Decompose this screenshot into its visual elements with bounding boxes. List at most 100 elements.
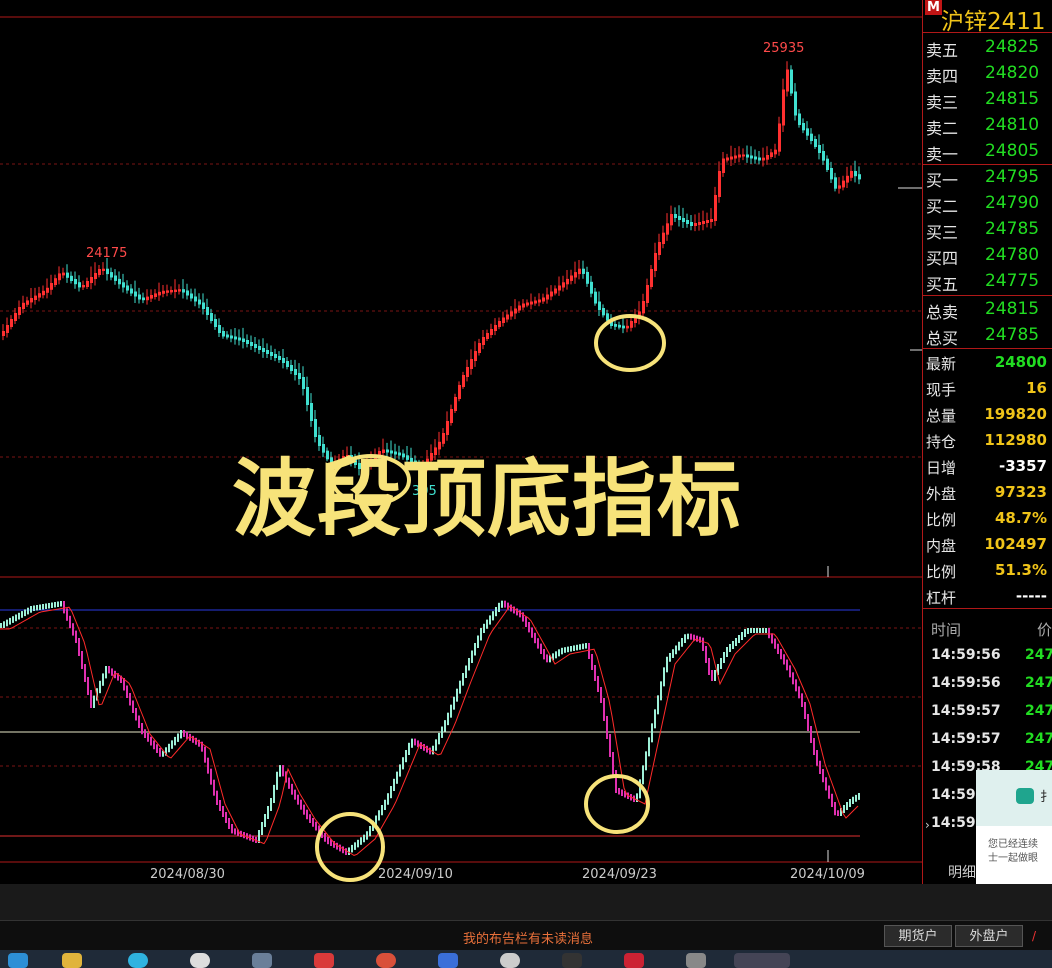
indicator-bar [21,611,23,618]
app-icon[interactable] [624,953,644,968]
bid-level-row[interactable]: 买五 24775 [923,268,1052,294]
stat-label: 总量 [926,407,957,425]
indicator-bar [396,771,398,784]
ask-level-row[interactable]: 卖四 24820 [923,60,1052,86]
chart-area[interactable]: 25935 24175 305 2024/08/30 2024/09/10 20… [0,0,922,884]
indicator-bar [231,824,233,834]
indicator-bar [192,735,194,743]
detail-tab[interactable]: 明细 [948,862,976,882]
bulletin-message[interactable]: 我的布告栏有未读消息 [463,928,593,947]
stat-value: 199820 [984,405,1047,423]
candle-body [738,154,741,158]
candle-body [730,156,733,160]
candle-body [18,307,21,315]
indicator-bar [831,793,833,807]
candle-body [2,331,5,336]
app-icon[interactable] [438,953,458,968]
candle-body [506,314,509,320]
ask-level-row[interactable]: 卖二 24810 [923,112,1052,138]
ask-level-row[interactable]: 卖五 24825 [923,34,1052,60]
indicator-bar [501,600,503,608]
hand-drawn-circle-annotation [315,812,385,882]
candle-body [110,272,113,278]
indicator-bar [657,695,659,715]
tick-row[interactable]: 14:59:56 247 [923,642,1052,670]
bid-level-row[interactable]: 买二 24790 [923,190,1052,216]
taskbar [0,950,1052,968]
candle-body [510,311,513,317]
bid-level-price: 24795 [985,167,1040,187]
stat-label: 持仓 [926,433,957,451]
indicator-bar [57,601,59,607]
candle-body [850,171,853,178]
indicator-bar [843,805,845,813]
candle-body [14,313,17,321]
ask-level-label: 卖二 [926,119,959,138]
indicator-bar [69,615,71,629]
candle-body [70,275,73,281]
app-icon[interactable] [500,953,520,968]
date-label-1: 2024/09/10 [378,867,453,882]
bid-level-row[interactable]: 买四 24780 [923,242,1052,268]
popup-title: 扌 [1040,790,1052,805]
indicator-bar [444,720,446,732]
indicator-bar [213,779,215,796]
indicator-bar [303,804,305,815]
tick-row[interactable]: 14:59:56 247 [923,670,1052,698]
candle-body [486,333,489,339]
indicator-bar [411,738,413,748]
indicator-bar [561,647,563,655]
ask-level-row[interactable]: 卖三 24815 [923,86,1052,112]
ask-level-row[interactable]: 卖一 24805 [923,138,1052,164]
indicator-bar [648,737,650,757]
chrome-icon[interactable] [190,953,210,968]
indicator-bar [150,736,152,746]
candle-body [582,268,585,274]
candle-body [254,344,257,348]
app-icon[interactable] [314,953,334,968]
candle-body [190,293,193,299]
indicator-bar [279,765,281,777]
indicator-bar [699,636,701,643]
indicator-bar [795,679,797,692]
app-icon[interactable] [376,953,396,968]
indicator-bar [447,712,449,726]
foreign-account-button[interactable]: 外盘户 [955,925,1023,947]
indicator-bar [354,842,356,850]
trading-app-icon[interactable] [734,953,790,968]
ask-level-label: 卖四 [926,67,959,86]
candle-body [574,272,577,278]
app-icon[interactable] [562,953,582,968]
contract-title[interactable]: 沪锌2411 [941,2,1046,36]
indicator-bar [558,649,560,657]
tick-time: 14:59:56 [931,647,1001,663]
candle-body [710,219,713,222]
browser-icon[interactable] [128,953,148,968]
futures-account-button[interactable]: 期货户 [884,925,952,947]
tick-time: 14:59: [931,815,982,831]
stat-label: 外盘 [926,485,957,503]
indicator-bar [174,736,176,746]
candle-body [502,317,505,323]
tick-row[interactable]: 14:59:57 247 [923,698,1052,726]
indicator-bar [783,654,785,665]
indicator-bar [702,637,704,651]
indicator-bar [228,818,230,829]
candle-body [690,222,693,226]
tick-row[interactable]: 14:59:57 247 [923,726,1052,754]
bid-level-row[interactable]: 买一 24795 [923,164,1052,190]
indicator-bar [351,844,353,853]
app-icon[interactable] [686,953,706,968]
folder-icon[interactable] [62,953,82,968]
indicator-bar [828,785,830,799]
indicator-bar [780,649,782,660]
start-icon[interactable] [8,953,28,968]
candle-body [94,273,97,279]
indicator-bar [348,847,350,855]
tick-time: 14:59:56 [931,675,1001,691]
app-icon[interactable] [252,953,272,968]
bid-level-row[interactable]: 买三 24785 [923,216,1052,242]
indicator-bar [465,665,467,678]
indicator-bar [666,656,668,673]
indicator-bar [87,677,89,695]
